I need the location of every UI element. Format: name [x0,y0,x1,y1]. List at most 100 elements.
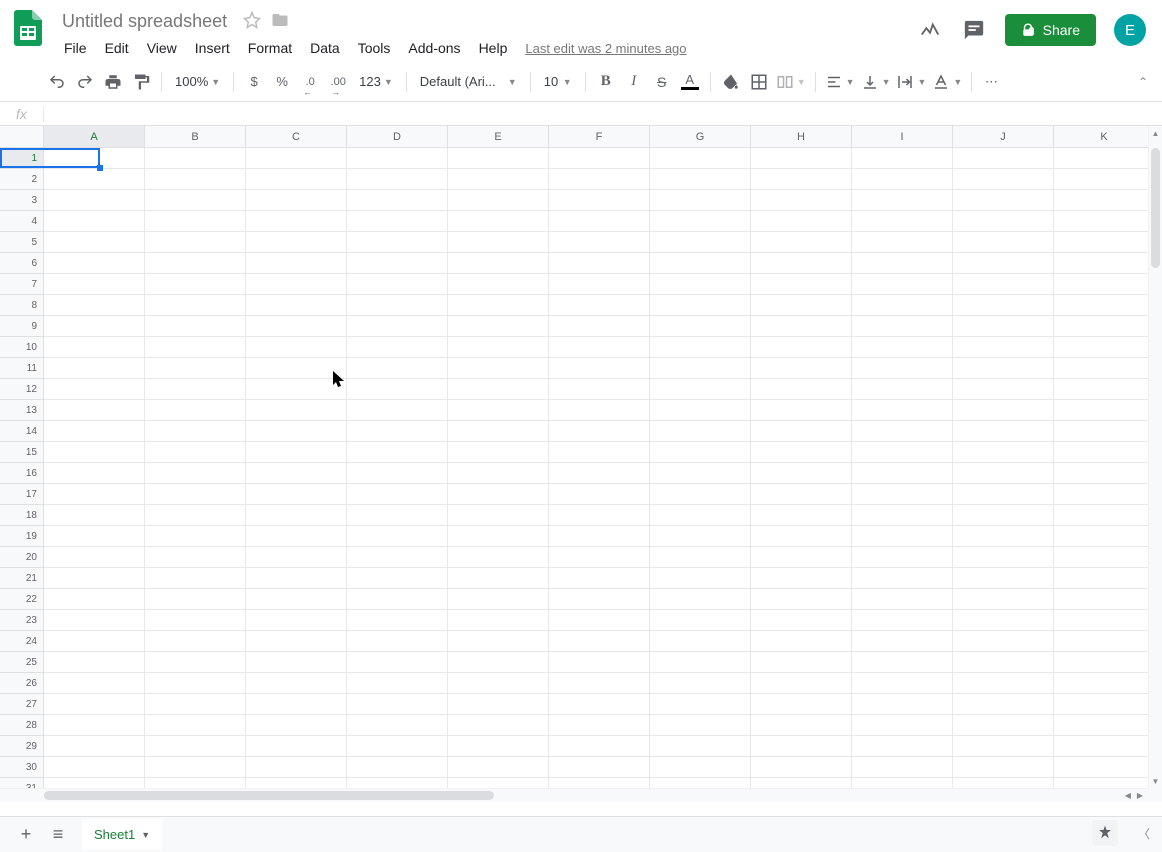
cell[interactable] [246,148,347,169]
cell[interactable] [650,568,751,589]
cell[interactable] [246,715,347,736]
cell[interactable] [953,505,1054,526]
fill-color-button[interactable] [718,68,744,96]
cell[interactable] [246,295,347,316]
row-header[interactable]: 13 [0,400,43,421]
cell[interactable] [448,589,549,610]
cell[interactable] [751,715,852,736]
cell[interactable] [549,505,650,526]
row-header[interactable]: 23 [0,610,43,631]
cell[interactable] [44,169,145,190]
cell[interactable] [448,316,549,337]
cell[interactable] [1054,715,1148,736]
cell[interactable] [44,757,145,778]
cell[interactable] [145,442,246,463]
cell[interactable] [1054,736,1148,757]
cell[interactable] [448,505,549,526]
cell[interactable] [347,295,448,316]
cell[interactable] [751,232,852,253]
share-button[interactable]: Share [1005,14,1096,46]
cell[interactable] [1054,295,1148,316]
cell[interactable] [145,211,246,232]
cell[interactable] [650,442,751,463]
row-header[interactable]: 18 [0,505,43,526]
horizontal-align-dropdown[interactable]: ▼ [823,68,857,96]
cell[interactable] [448,295,549,316]
row-header[interactable]: 19 [0,526,43,547]
cell[interactable] [246,547,347,568]
cell[interactable] [145,169,246,190]
cell[interactable] [145,757,246,778]
last-edit-link[interactable]: Last edit was 2 minutes ago [525,41,686,56]
move-folder-icon[interactable] [271,11,289,32]
zoom-dropdown[interactable]: 100%▼ [169,68,226,96]
cell[interactable] [145,484,246,505]
cell[interactable] [751,337,852,358]
cell[interactable] [1054,778,1148,788]
cell[interactable] [650,379,751,400]
print-button[interactable] [100,68,126,96]
cell[interactable] [549,568,650,589]
cell[interactable] [852,148,953,169]
cell[interactable] [852,442,953,463]
cell[interactable] [347,148,448,169]
cell[interactable] [953,463,1054,484]
cell[interactable] [1054,505,1148,526]
cell[interactable] [852,589,953,610]
cell[interactable] [44,526,145,547]
cell[interactable] [44,652,145,673]
cell[interactable] [549,148,650,169]
account-avatar[interactable]: E [1114,14,1146,46]
cell[interactable] [44,211,145,232]
cell[interactable] [852,505,953,526]
cell[interactable] [953,631,1054,652]
cell[interactable] [650,148,751,169]
column-header[interactable]: F [549,126,650,147]
cell[interactable] [751,169,852,190]
cell[interactable] [1054,274,1148,295]
cell[interactable] [650,778,751,788]
cell[interactable] [1054,568,1148,589]
cell[interactable] [751,463,852,484]
cell[interactable] [448,652,549,673]
cell[interactable] [650,232,751,253]
cell[interactable] [145,778,246,788]
cell[interactable] [145,526,246,547]
cell[interactable] [852,190,953,211]
row-header[interactable]: 2 [0,169,43,190]
row-header[interactable]: 21 [0,568,43,589]
cell[interactable] [953,211,1054,232]
cell[interactable] [751,610,852,631]
more-toolbar-button[interactable]: ⋯ [979,68,1005,96]
cell[interactable] [448,568,549,589]
cell[interactable] [751,505,852,526]
cell[interactable] [44,463,145,484]
cell[interactable] [751,757,852,778]
cell[interactable] [448,442,549,463]
cell[interactable] [44,190,145,211]
cell[interactable] [145,337,246,358]
cell[interactable] [751,484,852,505]
row-header[interactable]: 4 [0,211,43,232]
doc-title[interactable]: Untitled spreadsheet [56,9,233,34]
activity-icon[interactable] [917,17,943,43]
cell[interactable] [1054,400,1148,421]
cell[interactable] [448,631,549,652]
cell[interactable] [347,169,448,190]
cell[interactable] [650,526,751,547]
strikethrough-button[interactable]: S [649,68,675,96]
column-header[interactable]: D [347,126,448,147]
menu-file[interactable]: File [56,36,95,60]
row-header[interactable]: 14 [0,421,43,442]
cell[interactable] [549,673,650,694]
cell[interactable] [347,379,448,400]
cell[interactable] [145,232,246,253]
column-header[interactable]: G [650,126,751,147]
more-formats-dropdown[interactable]: 123▼ [353,68,399,96]
cell[interactable] [246,358,347,379]
cell[interactable] [852,736,953,757]
cell[interactable] [246,169,347,190]
cell[interactable] [751,778,852,788]
cell[interactable] [44,400,145,421]
cell[interactable] [852,316,953,337]
